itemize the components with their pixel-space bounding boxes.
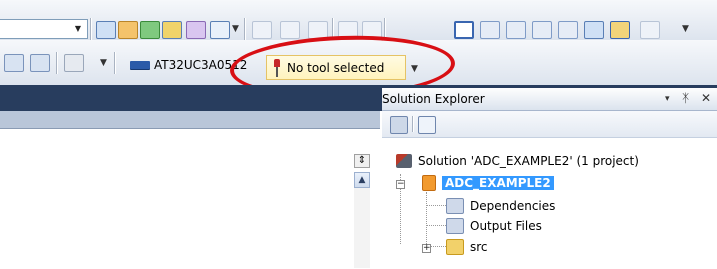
edit-icon[interactable]: [118, 21, 138, 39]
tree-line: [426, 225, 446, 226]
outdent-icon[interactable]: [252, 21, 272, 39]
zoom-icon[interactable]: [640, 21, 660, 39]
tree-item-solution[interactable]: Solution 'ADC_EXAMPLE2' (1 project): [396, 154, 639, 168]
separator: [412, 116, 413, 132]
dropdown-icon[interactable]: ▾: [665, 94, 670, 104]
tree-item-dependencies[interactable]: Dependencies: [446, 198, 555, 214]
tree-item-label: src: [470, 240, 488, 254]
bookmark-go-icon[interactable]: [610, 21, 630, 39]
memory-icon[interactable]: [4, 54, 24, 72]
properties-icon[interactable]: [390, 116, 408, 134]
close-icon[interactable]: ✕: [701, 91, 711, 105]
tree-item-label: Output Files: [470, 219, 542, 233]
pin-icon[interactable]: ᛡ: [682, 91, 689, 105]
scroll-up-icon[interactable]: ▲: [354, 172, 370, 188]
configuration-combo[interactable]: ▼: [0, 19, 88, 39]
find-icon[interactable]: [96, 21, 116, 39]
solution-explorer-panel: Solution Explorer ▾ ᛡ ✕ Solution 'ADC_EX…: [382, 88, 717, 268]
chevron-down-icon[interactable]: ▼: [682, 24, 689, 34]
run-icon[interactable]: [140, 21, 160, 39]
rect-icon[interactable]: [454, 21, 474, 39]
chart-icon[interactable]: [162, 21, 182, 39]
bookmark-clear-icon[interactable]: [584, 21, 604, 39]
tree-line: [426, 205, 446, 206]
bookmark-icon[interactable]: [480, 21, 500, 39]
separator: [56, 52, 57, 74]
chip-icon: [130, 61, 150, 69]
collapse-icon[interactable]: −: [396, 180, 405, 189]
expand-icon[interactable]: +: [422, 244, 431, 253]
chevron-down-icon[interactable]: ▼: [71, 22, 85, 36]
programming-icon[interactable]: [64, 54, 84, 72]
project-label: ADC_EXAMPLE2: [442, 176, 554, 190]
split-icon[interactable]: ⇕: [354, 154, 370, 168]
grid-icon[interactable]: [30, 54, 50, 72]
bookmark-next-icon[interactable]: [532, 21, 552, 39]
standard-toolbar: ▼ ▼ ▼: [0, 0, 717, 40]
wand-icon[interactable]: [186, 21, 206, 39]
tree-item-src[interactable]: src: [446, 239, 488, 255]
tree-item-project[interactable]: ADC_EXAMPLE2: [422, 175, 554, 191]
solution-icon: [396, 154, 412, 168]
window-icon[interactable]: [210, 21, 230, 39]
chevron-down-icon[interactable]: ▼: [232, 24, 239, 34]
tree-item-label: Dependencies: [470, 199, 556, 213]
indent-icon[interactable]: [280, 21, 300, 39]
solution-explorer-header: Solution Explorer ▾ ᛡ ✕: [382, 88, 717, 111]
editor-pane[interactable]: [0, 128, 380, 269]
separator: [90, 18, 91, 40]
panel-title: Solution Explorer: [382, 92, 485, 106]
folder-ref-icon: [446, 218, 464, 234]
bookmark-list-icon[interactable]: [558, 21, 578, 39]
scrollbar-track[interactable]: [354, 188, 370, 268]
separator: [114, 52, 115, 74]
solution-explorer-toolbar: [382, 111, 717, 138]
folder-ref-icon: [446, 198, 464, 214]
separator: [244, 18, 245, 40]
tree-line: [426, 192, 427, 244]
folder-icon: [446, 239, 464, 255]
project-icon: [422, 175, 436, 191]
tree-item-output-files[interactable]: Output Files: [446, 218, 542, 234]
chevron-down-icon[interactable]: ▼: [100, 58, 107, 68]
bookmark-prev-icon[interactable]: [506, 21, 526, 39]
show-files-icon[interactable]: [418, 116, 436, 134]
solution-label: Solution 'ADC_EXAMPLE2' (1 project): [418, 154, 639, 168]
